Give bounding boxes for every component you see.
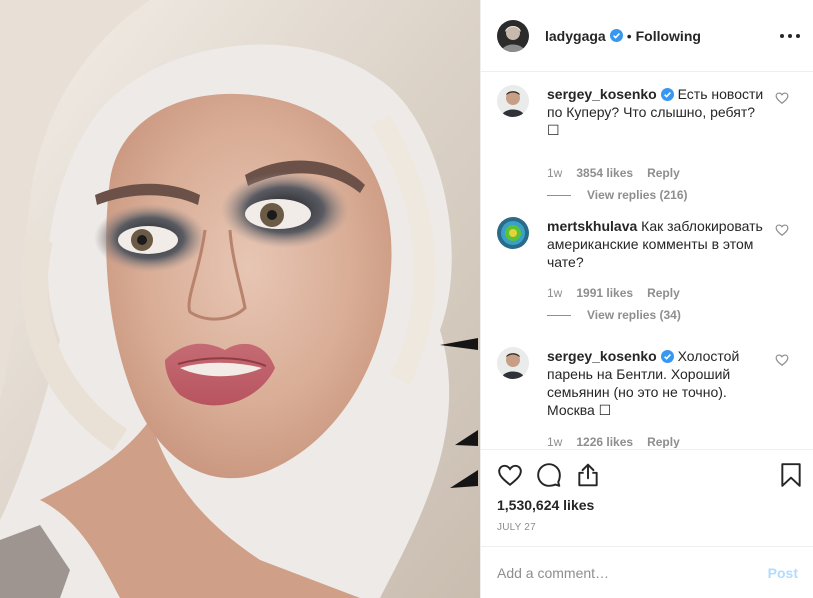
heart-icon[interactable] [497, 462, 523, 488]
view-replies-label[interactable]: View replies (216) [587, 188, 688, 202]
comment-meta: 1w 1226 likes Reply [547, 435, 694, 448]
following-button[interactable]: Following [636, 28, 701, 44]
comment-username[interactable]: sergey_kosenko [547, 86, 657, 102]
comment-text: sergey_kosenko Холостой парень на Бентли… [547, 347, 767, 419]
verified-icon [609, 29, 623, 42]
likes-count[interactable]: 1,530,624 likes [497, 497, 594, 513]
verified-icon [660, 349, 674, 363]
comment-input[interactable] [497, 564, 768, 581]
comment-likes[interactable]: 3854 likes [576, 166, 633, 180]
replies-line [547, 314, 571, 316]
comment-username[interactable]: sergey_kosenko [547, 348, 657, 364]
post-header: ladygaga • Following [481, 0, 813, 72]
comment-username[interactable]: mertskhulava [547, 218, 637, 234]
reply-button[interactable]: Reply [647, 435, 680, 448]
share-icon[interactable] [575, 462, 601, 488]
comment-icon[interactable] [536, 462, 562, 488]
action-bar [481, 449, 813, 499]
more-icon[interactable] [780, 26, 800, 46]
reply-button[interactable]: Reply [647, 286, 680, 300]
post-photo[interactable] [0, 0, 480, 598]
commenter-avatar[interactable] [497, 85, 529, 117]
replies-line [547, 194, 571, 196]
comment-time[interactable]: 1w [547, 166, 562, 180]
comment-text: mertskhulava Как заблокировать американс… [547, 217, 767, 271]
comment-time[interactable]: 1w [547, 286, 562, 300]
post-comment-button[interactable]: Post [768, 565, 798, 581]
portrait-image [0, 0, 480, 598]
comment-time[interactable]: 1w [547, 435, 562, 448]
comment-like-heart-icon[interactable] [775, 223, 789, 237]
commenter-avatar[interactable] [497, 217, 529, 249]
comment-text: sergey_kosenko Есть новости по Куперу? Ч… [547, 85, 767, 139]
commenter-avatar[interactable] [497, 347, 529, 379]
post-side-panel: ladygaga • Following sergey_kosenko Есть… [480, 0, 813, 598]
comment-meta: 1w 3854 likes Reply [547, 166, 694, 180]
verified-icon [660, 87, 674, 101]
author-avatar[interactable] [497, 19, 529, 52]
comment-meta: 1w 1991 likes Reply [547, 286, 694, 300]
comment-like-heart-icon[interactable] [775, 91, 789, 105]
view-replies-button[interactable]: View replies (34) [547, 308, 681, 322]
reply-button[interactable]: Reply [647, 166, 680, 180]
post-date[interactable]: July 27 [497, 522, 536, 533]
comments-list[interactable]: sergey_kosenko Есть новости по Куперу? Ч… [481, 73, 813, 448]
comment-likes[interactable]: 1991 likes [576, 286, 633, 300]
separator-dot: • [626, 27, 632, 44]
comment-like-heart-icon[interactable] [775, 353, 789, 367]
bookmark-icon[interactable] [778, 462, 804, 488]
view-replies-button[interactable]: View replies (216) [547, 188, 688, 202]
add-comment-bar: Post [481, 546, 813, 598]
comment-likes[interactable]: 1226 likes [576, 435, 633, 448]
view-replies-label[interactable]: View replies (34) [587, 308, 681, 322]
author-username[interactable]: ladygaga [545, 28, 606, 44]
